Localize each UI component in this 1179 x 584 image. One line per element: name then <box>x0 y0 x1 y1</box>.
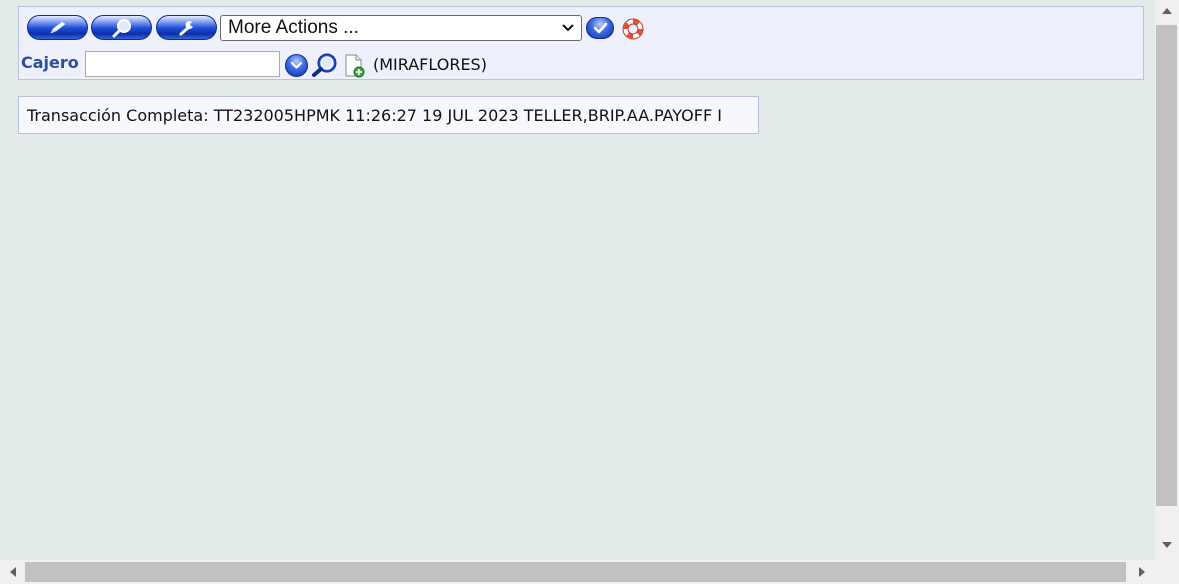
tools-button[interactable] <box>156 15 217 40</box>
wrench-icon <box>179 20 193 35</box>
chevron-down-icon <box>562 24 574 32</box>
scroll-up-arrow-icon[interactable] <box>1161 6 1173 16</box>
cajero-input[interactable] <box>85 51 280 77</box>
scroll-right-arrow-icon[interactable] <box>1137 566 1147 578</box>
dropdown-button[interactable] <box>285 54 308 77</box>
commit-button[interactable] <box>586 17 614 39</box>
scroll-left-arrow-icon[interactable] <box>8 566 18 578</box>
horizontal-scroll-thumb[interactable] <box>25 562 1126 582</box>
cajero-label: Cajero <box>21 53 79 72</box>
find-button[interactable] <box>91 15 152 40</box>
search-icon[interactable] <box>310 52 340 78</box>
vertical-scroll-thumb[interactable] <box>1156 25 1177 506</box>
new-document-icon[interactable] <box>343 53 367 79</box>
chevron-down-icon <box>290 61 303 69</box>
more-actions-value: More Actions ... <box>228 17 359 38</box>
vertical-scrollbar[interactable] <box>1155 0 1179 560</box>
magnifier-icon <box>112 18 131 37</box>
scrollbar-corner <box>1155 560 1179 584</box>
checkmark-icon <box>593 22 608 34</box>
page-content: More Actions ... Cajero (MIRAFLORES) Tra… <box>0 0 1155 560</box>
transaction-message: Transacción Completa: TT232005HPMK 11:26… <box>27 106 722 125</box>
scroll-down-arrow-icon[interactable] <box>1161 540 1173 550</box>
edit-button[interactable] <box>27 15 88 40</box>
pencil-icon <box>49 21 66 34</box>
more-actions-select[interactable]: More Actions ... <box>220 15 582 41</box>
lifebuoy-icon[interactable] <box>621 17 645 41</box>
message-panel: Transacción Completa: TT232005HPMK 11:26… <box>18 96 759 134</box>
branch-name: (MIRAFLORES) <box>373 55 487 74</box>
toolbar-panel: More Actions ... Cajero (MIRAFLORES) <box>18 6 1144 80</box>
horizontal-scrollbar[interactable] <box>0 560 1155 584</box>
